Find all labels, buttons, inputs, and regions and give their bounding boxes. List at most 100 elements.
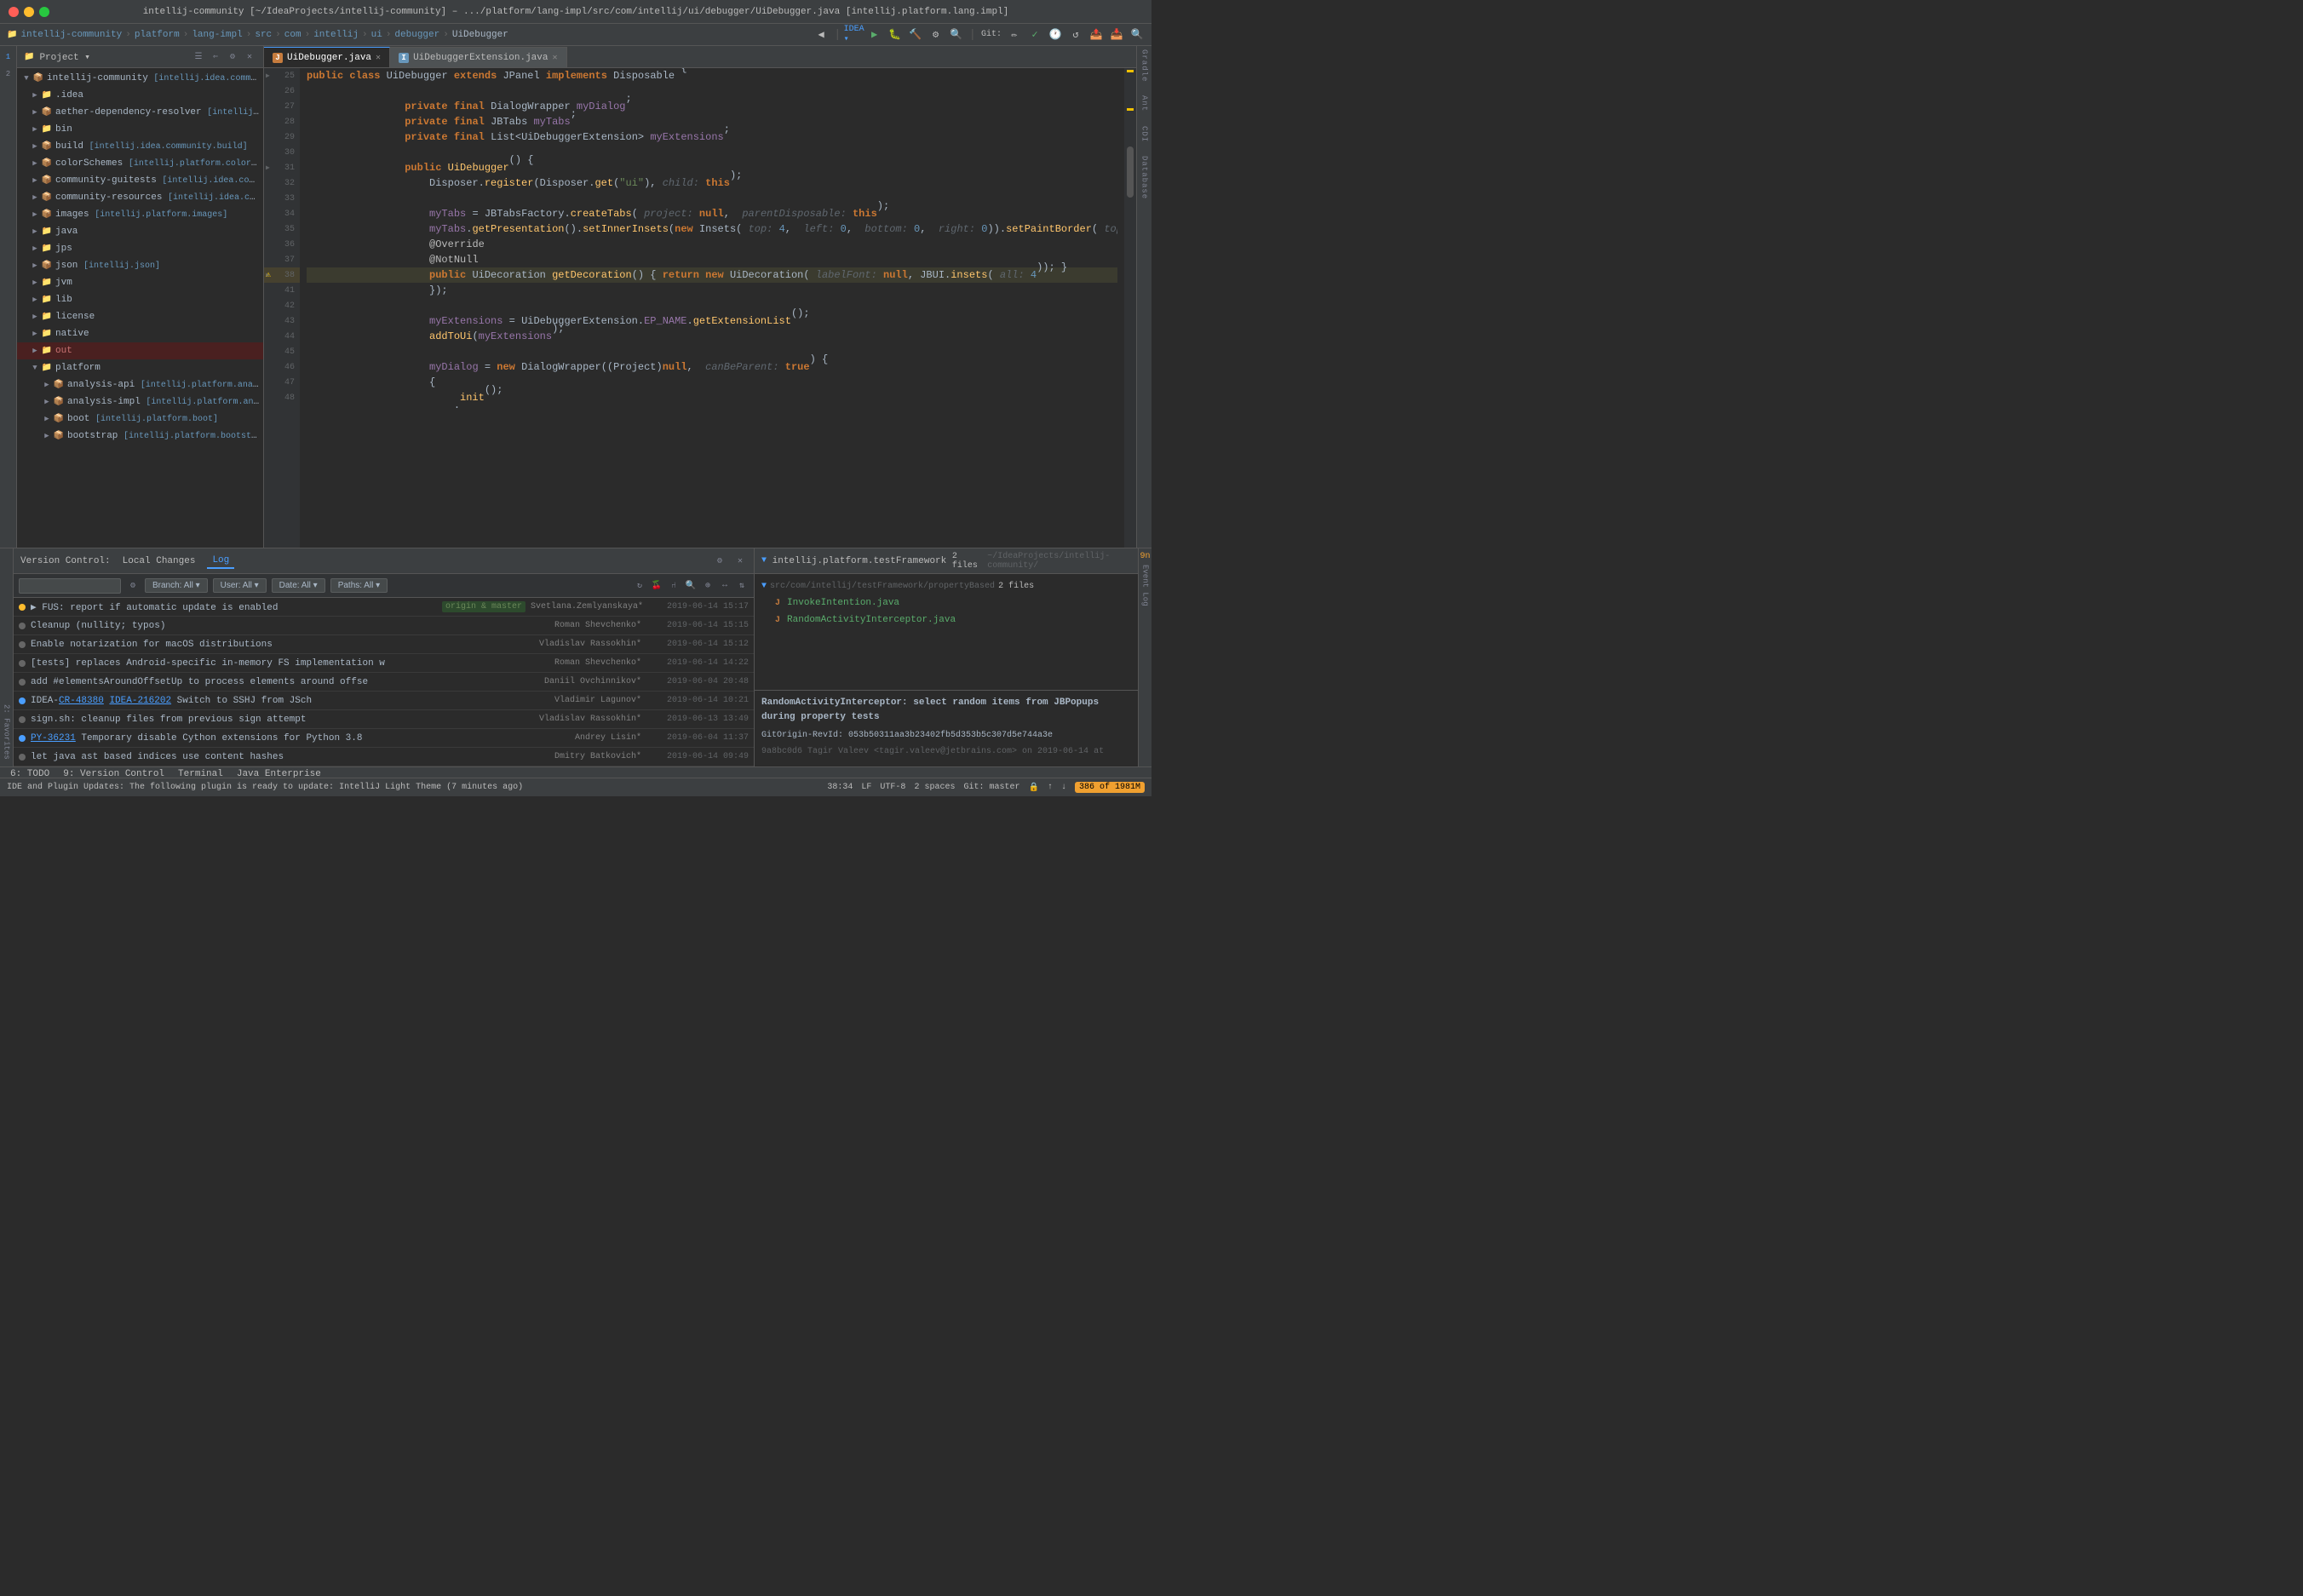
user-filter[interactable]: User: All ▾ (213, 578, 267, 593)
commit-item-6[interactable]: sign.sh: cleanup files from previous sig… (14, 710, 754, 729)
notification-badge[interactable]: 386 of 1981M (1075, 782, 1145, 793)
paths-filter[interactable]: Paths: All ▾ (330, 578, 388, 593)
tab-close-button[interactable]: ✕ (553, 53, 558, 63)
vertical-scrollbar[interactable] (1124, 68, 1136, 548)
tab-uidebugger[interactable]: J UiDebugger.java ✕ (264, 47, 390, 67)
git-branch[interactable]: Git: master (963, 783, 1019, 792)
cdi-panel-label[interactable]: CDI (1140, 126, 1149, 142)
vc-settings-button[interactable]: ⚙ (713, 554, 727, 568)
event-log-button[interactable]: 9n (1140, 552, 1150, 561)
tree-item-build[interactable]: ▶ 📦 build [intellij.idea.community.build… (17, 138, 263, 155)
date-filter[interactable]: Date: All ▾ (272, 578, 325, 593)
refresh-icon[interactable]: ⚙ (126, 579, 140, 593)
search-everywhere[interactable]: 🔍 (1129, 27, 1145, 43)
vc-tree-item-subpath[interactable]: ▼ src/com/intellij/testFramework/propert… (758, 577, 1134, 594)
commit-item-3[interactable]: [tests] replaces Android-specific in-mem… (14, 654, 754, 673)
tree-item-json[interactable]: ▶ 📦 json [intellij.json] (17, 257, 263, 274)
bc-community[interactable]: intellij-community (20, 30, 122, 40)
tree-item-colorschemes[interactable]: ▶ 📦 colorSchemes [intellij.platform.colo… (17, 155, 263, 172)
gradle-panel-label[interactable]: Gradle (1140, 49, 1149, 82)
close-button[interactable] (9, 7, 19, 17)
commit-item-8[interactable]: let java ast based indices use content h… (14, 748, 754, 766)
pull-icon[interactable]: ↓ (1061, 783, 1066, 792)
git-history[interactable]: 🕐 (1048, 27, 1063, 43)
bc-intellij[interactable]: intellij (313, 30, 359, 40)
git-push[interactable]: 📤 (1088, 27, 1104, 43)
settings-button[interactable]: ⚙ (928, 27, 944, 43)
tree-item-boot[interactable]: ▶ 📦 boot [intellij.platform.boot] (17, 410, 263, 428)
tree-item-bootstrap[interactable]: ▶ 📦 bootstrap [intellij.platform.bootstr… (17, 428, 263, 445)
git-check[interactable]: ✓ (1027, 27, 1042, 43)
commit-item-1[interactable]: Cleanup (nullity; typos) Roman Shevchenk… (14, 617, 754, 635)
collapse-button[interactable]: ⇅ (735, 579, 749, 593)
ant-panel-label[interactable]: Ant (1140, 95, 1149, 112)
close-panel-button[interactable]: ✕ (243, 50, 256, 64)
bc-com[interactable]: com (284, 30, 302, 40)
tree-item-out[interactable]: ▶ 📁 out (17, 342, 263, 359)
project-icon[interactable]: 📁 (7, 30, 17, 40)
tree-item-bin[interactable]: ▶ 📁 bin (17, 121, 263, 138)
tree-item-root[interactable]: ▼ 📦 intellij-community [intellij.idea.co… (17, 70, 263, 87)
git-commit[interactable]: ✏ (1007, 27, 1022, 43)
maximize-button[interactable] (39, 7, 49, 17)
sync-button[interactable]: ↻ (633, 579, 646, 593)
vc-tab-local-changes[interactable]: Local Changes (118, 554, 201, 568)
encoding[interactable]: UTF-8 (880, 783, 905, 792)
tree-item-native[interactable]: ▶ 📁 native (17, 325, 263, 342)
tree-item-java[interactable]: ▶ 📁 java (17, 223, 263, 240)
window-controls[interactable] (9, 7, 49, 17)
commit-item-5[interactable]: IDEA-CR-48380 IDEA-216202 Switch to SSHJ… (14, 692, 754, 710)
tab-uidebuggerext[interactable]: I UiDebuggerExtension.java ✕ (390, 47, 566, 67)
event-log-label[interactable]: Event Log (1141, 565, 1150, 606)
tree-item-resources[interactable]: ▶ 📦 community-resources [intellij.idea.c… (17, 189, 263, 206)
commit-item-0[interactable]: ▶ FUS: report if automatic update is ena… (14, 598, 754, 617)
database-panel-label[interactable]: Database (1140, 156, 1149, 199)
tree-item-lib[interactable]: ▶ 📁 lib (17, 291, 263, 308)
cursor-position[interactable]: 38:34 (827, 783, 853, 792)
vc-tree-file-2[interactable]: J RandomActivityInterceptor.java (758, 611, 1134, 629)
commit-item-4[interactable]: add #elementsAroundOffsetUp to process e… (14, 673, 754, 692)
code-content[interactable]: public class UiDebugger extends JPanel i… (300, 68, 1124, 548)
branch-button[interactable]: ⑁ (667, 579, 681, 593)
commit-item-7[interactable]: PY-36231 Temporary disable Cython extens… (14, 729, 754, 748)
tab-close-button[interactable]: ✕ (376, 53, 381, 63)
search-button[interactable]: 🔍 (949, 27, 964, 43)
back-button[interactable]: ◀ (813, 27, 829, 43)
vc-tree-file-1[interactable]: J InvokeIntention.java (758, 594, 1134, 611)
tree-item-idea[interactable]: ▶ 📁 .idea (17, 87, 263, 104)
branch-filter[interactable]: Branch: All ▾ (145, 578, 208, 593)
tree-item-jps[interactable]: ▶ 📁 jps (17, 240, 263, 257)
idea-button[interactable]: IDEA ▾ (847, 27, 862, 43)
git-pull[interactable]: 📥 (1109, 27, 1124, 43)
settings-panel-button[interactable]: ⚙ (226, 50, 239, 64)
bc-uidebugger[interactable]: UiDebugger (452, 30, 508, 40)
bc-src[interactable]: src (255, 30, 272, 40)
collapse-button[interactable]: ⇐ (209, 50, 222, 64)
bc-ui[interactable]: ui (371, 30, 382, 40)
bc-lang-impl[interactable]: lang-impl (192, 30, 242, 40)
tree-item-analysis-api[interactable]: ▶ 📦 analysis-api [intellij.platform.anal… (17, 376, 263, 393)
debug-button[interactable]: 🐛 (887, 27, 903, 43)
tree-item-jvm[interactable]: ▶ 📁 jvm (17, 274, 263, 291)
run-button[interactable]: ▶ (867, 27, 882, 43)
bc-platform[interactable]: platform (135, 30, 180, 40)
tree-item-aether[interactable]: ▶ 📦 aether-dependency-resolver [intellij… (17, 104, 263, 121)
scrollbar-thumb[interactable] (1127, 146, 1134, 198)
tree-item-images[interactable]: ▶ 📦 images [intellij.platform.images] (17, 206, 263, 223)
vc-close-button[interactable]: ✕ (733, 554, 747, 568)
commit-item-2[interactable]: Enable notarization for macOS distributi… (14, 635, 754, 654)
git-rollback[interactable]: ↺ (1068, 27, 1083, 43)
indent[interactable]: 2 spaces (914, 783, 955, 792)
tree-item-platform[interactable]: ▼ 📁 platform (17, 359, 263, 376)
favorites-label[interactable]: 2: Favorites (3, 704, 11, 760)
push-icon[interactable]: ↑ (1048, 783, 1053, 792)
tree-item-license[interactable]: ▶ 📁 license (17, 308, 263, 325)
scope-button[interactable]: ☰ (192, 50, 205, 64)
vc-tab-log[interactable]: Log (207, 554, 234, 569)
project-panel-icon[interactable]: 1 (1, 49, 16, 65)
minimize-button[interactable] (24, 7, 34, 17)
tree-item-guitests[interactable]: ▶ 📦 community-guitests [intellij.idea.co… (17, 172, 263, 189)
commit-search-input[interactable] (19, 578, 121, 594)
build-button[interactable]: 🔨 (908, 27, 923, 43)
tree-item-analysis-impl[interactable]: ▶ 📦 analysis-impl [intellij.platform.ana… (17, 393, 263, 410)
